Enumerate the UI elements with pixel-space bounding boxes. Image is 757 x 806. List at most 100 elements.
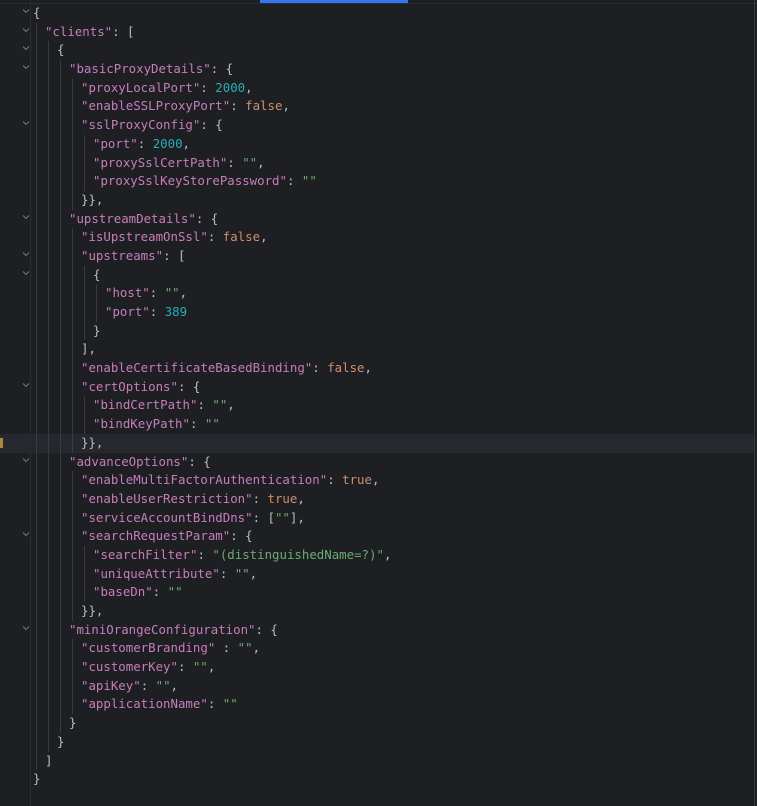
code-line[interactable]: } (0, 732, 754, 752)
indent-guide (48, 209, 49, 229)
code-line[interactable]: "clients": [ (0, 22, 754, 42)
indent-guide (36, 377, 37, 397)
code-line[interactable]: "bindCertPath": "", (0, 396, 754, 416)
indent-guide (36, 60, 37, 79)
code-line[interactable]: { (0, 41, 754, 61)
json-punctuation: , (383, 546, 392, 562)
indent-guide (36, 714, 37, 733)
code-editor[interactable]: {"clients": [{"basicProxyDetails": {"pro… (0, 4, 754, 789)
json-punctuation: , (170, 677, 178, 693)
json-key: "isUpstreamOnSsl" (81, 229, 208, 245)
code-line[interactable]: }}, (0, 602, 754, 621)
code-line[interactable]: }}, (0, 433, 754, 453)
code-line[interactable]: "port": 389 (0, 303, 754, 322)
code-line[interactable]: "host": "", (0, 284, 754, 303)
indent-guide (84, 172, 85, 191)
json-punctuation: : (252, 490, 268, 506)
chevron-down-icon[interactable] (21, 212, 31, 222)
indent-guide (48, 60, 49, 79)
chevron-down-icon[interactable] (21, 25, 31, 35)
code-line[interactable]: "serviceAccountBindDns": [""], (0, 508, 754, 528)
code-line[interactable]: } (0, 770, 754, 789)
json-key: "miniOrangeConfiguration" (69, 621, 256, 637)
chevron-down-icon[interactable] (21, 455, 31, 465)
indent-guide (36, 97, 37, 117)
chevron-down-icon[interactable] (21, 380, 31, 390)
indent-guide (36, 564, 37, 584)
chevron-down-icon[interactable] (21, 623, 31, 633)
code-line[interactable]: ] (0, 751, 754, 771)
code-line[interactable]: "enableUserRestriction": true, (0, 489, 754, 509)
code-text: "enableCertificateBasedBinding": false, (81, 359, 372, 378)
code-line[interactable]: "advanceOptions": { (0, 452, 754, 472)
indent-guide (48, 545, 49, 565)
code-line[interactable]: "upstreams": [ (0, 246, 754, 266)
code-line[interactable]: "searchFilter": "(distinguishedName=?)", (0, 545, 754, 565)
indent-guide (48, 433, 49, 453)
indent-guide (72, 602, 73, 621)
indent-guide (72, 172, 73, 191)
chevron-down-icon[interactable] (21, 6, 31, 16)
code-line[interactable]: ], (0, 340, 754, 360)
code-line[interactable]: "searchRequestParam": { (0, 527, 754, 546)
chevron-down-icon[interactable] (21, 62, 31, 72)
code-line[interactable]: "port": 2000, (0, 134, 754, 154)
chevron-down-icon[interactable] (21, 118, 31, 128)
json-key: "clients" (45, 23, 113, 39)
code-line[interactable]: "enableSSLProxyPort": false, (0, 97, 754, 117)
indent-guide (72, 134, 73, 154)
code-line[interactable]: "enableMultiFactorAuthentication": true, (0, 471, 754, 490)
code-text: ], (81, 340, 96, 359)
code-line[interactable]: "proxySslCertPath": "", (0, 153, 754, 173)
json-punctuation: : (149, 285, 165, 301)
indent-guide (36, 22, 37, 42)
scrollbar-track[interactable] (754, 0, 755, 806)
json-boolean: true (342, 472, 372, 488)
code-line[interactable]: "uniqueAttribute": "", (0, 564, 754, 584)
chevron-down-icon[interactable] (21, 43, 31, 53)
code-line[interactable]: } (0, 321, 754, 341)
code-line[interactable]: "apiKey": "", (0, 676, 754, 696)
indent-guide (48, 695, 49, 715)
code-line[interactable]: "customerKey": "", (0, 658, 754, 677)
code-line[interactable]: "miniOrangeConfiguration": { (0, 620, 754, 640)
code-line[interactable]: } (0, 714, 754, 733)
code-line[interactable]: }}, (0, 190, 754, 210)
code-line[interactable]: "certOptions": { (0, 377, 754, 397)
code-text: { (93, 266, 100, 285)
code-text: "enableUserRestriction": true, (81, 490, 305, 509)
code-text: "isUpstreamOnSsl": false, (81, 228, 268, 247)
json-key: "enableCertificateBasedBinding" (81, 360, 313, 376)
code-line[interactable]: { (0, 4, 754, 23)
json-boolean: false (327, 360, 365, 376)
indent-guide (60, 377, 61, 397)
indent-guide (60, 620, 61, 640)
indent-guide (60, 190, 61, 210)
json-punctuation: : (312, 360, 328, 376)
chevron-down-icon[interactable] (21, 249, 31, 259)
code-text: ] (45, 752, 52, 771)
json-key: "applicationName" (81, 696, 208, 712)
chevron-down-icon[interactable] (21, 529, 31, 539)
code-text: "proxyLocalPort": 2000, (81, 79, 253, 98)
code-text: "baseDn": "" (93, 583, 183, 602)
chevron-down-icon[interactable] (21, 268, 31, 278)
code-line[interactable]: "bindKeyPath": "" (0, 415, 754, 434)
code-text: "applicationName": "" (81, 695, 238, 714)
indent-guide (60, 602, 61, 621)
code-line[interactable]: "upstreamDetails": { (0, 209, 754, 229)
indent-guide (72, 564, 73, 584)
code-line[interactable]: "proxySslKeyStorePassword": "" (0, 172, 754, 191)
code-line[interactable]: { (0, 265, 754, 285)
code-line[interactable]: "applicationName": "" (0, 695, 754, 715)
indent-guide (72, 284, 73, 303)
code-line[interactable]: "basicProxyDetails": { (0, 60, 754, 79)
code-line[interactable]: "baseDn": "" (0, 583, 754, 602)
indent-guide (72, 78, 73, 98)
indent-guide (48, 265, 49, 285)
code-line[interactable]: "isUpstreamOnSsl": false, (0, 228, 754, 247)
code-line[interactable]: "sslProxyConfig": { (0, 116, 754, 135)
code-line[interactable]: "enableCertificateBasedBinding": false, (0, 359, 754, 378)
code-line[interactable]: "proxyLocalPort": 2000, (0, 78, 754, 98)
code-line[interactable]: "customerBranding" : "", (0, 639, 754, 659)
